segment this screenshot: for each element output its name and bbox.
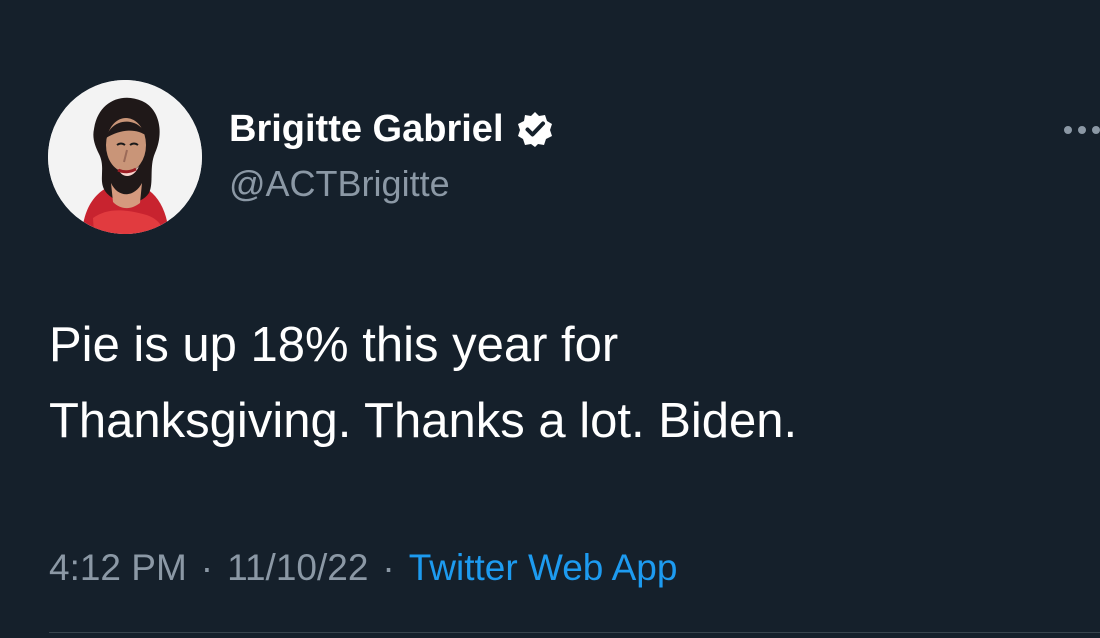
source-link[interactable]: Twitter Web App <box>409 540 678 596</box>
more-dot <box>1092 126 1100 134</box>
profile-avatar[interactable] <box>48 80 202 234</box>
more-dot <box>1064 126 1072 134</box>
bottom-divider <box>49 632 1100 633</box>
tweet-text: Pie is up 18% this year for Thanksgiving… <box>49 318 798 448</box>
author-name-row: Brigitte Gabriel <box>229 104 554 154</box>
author-info: Brigitte Gabriel @ACTBrigitte <box>229 104 554 208</box>
tweet-metadata: 4:12 PM · 11/10/22 · Twitter Web App <box>49 540 677 596</box>
tweet-time[interactable]: 4:12 PM <box>49 540 187 596</box>
metadata-separator: · <box>200 547 214 588</box>
more-button[interactable] <box>1064 120 1100 140</box>
more-horizontal-icon <box>1064 126 1100 134</box>
verified-badge-icon <box>516 110 554 148</box>
tweet-card: Brigitte Gabriel @ACTBrigitte Pie is up … <box>0 0 1100 638</box>
more-dot <box>1078 126 1086 134</box>
author-handle[interactable]: @ACTBrigitte <box>229 160 554 208</box>
metadata-separator: · <box>382 547 395 588</box>
tweet-date[interactable]: 11/10/22 <box>227 540 368 596</box>
profile-photo-icon <box>48 80 202 234</box>
author-name[interactable]: Brigitte Gabriel <box>229 104 504 154</box>
